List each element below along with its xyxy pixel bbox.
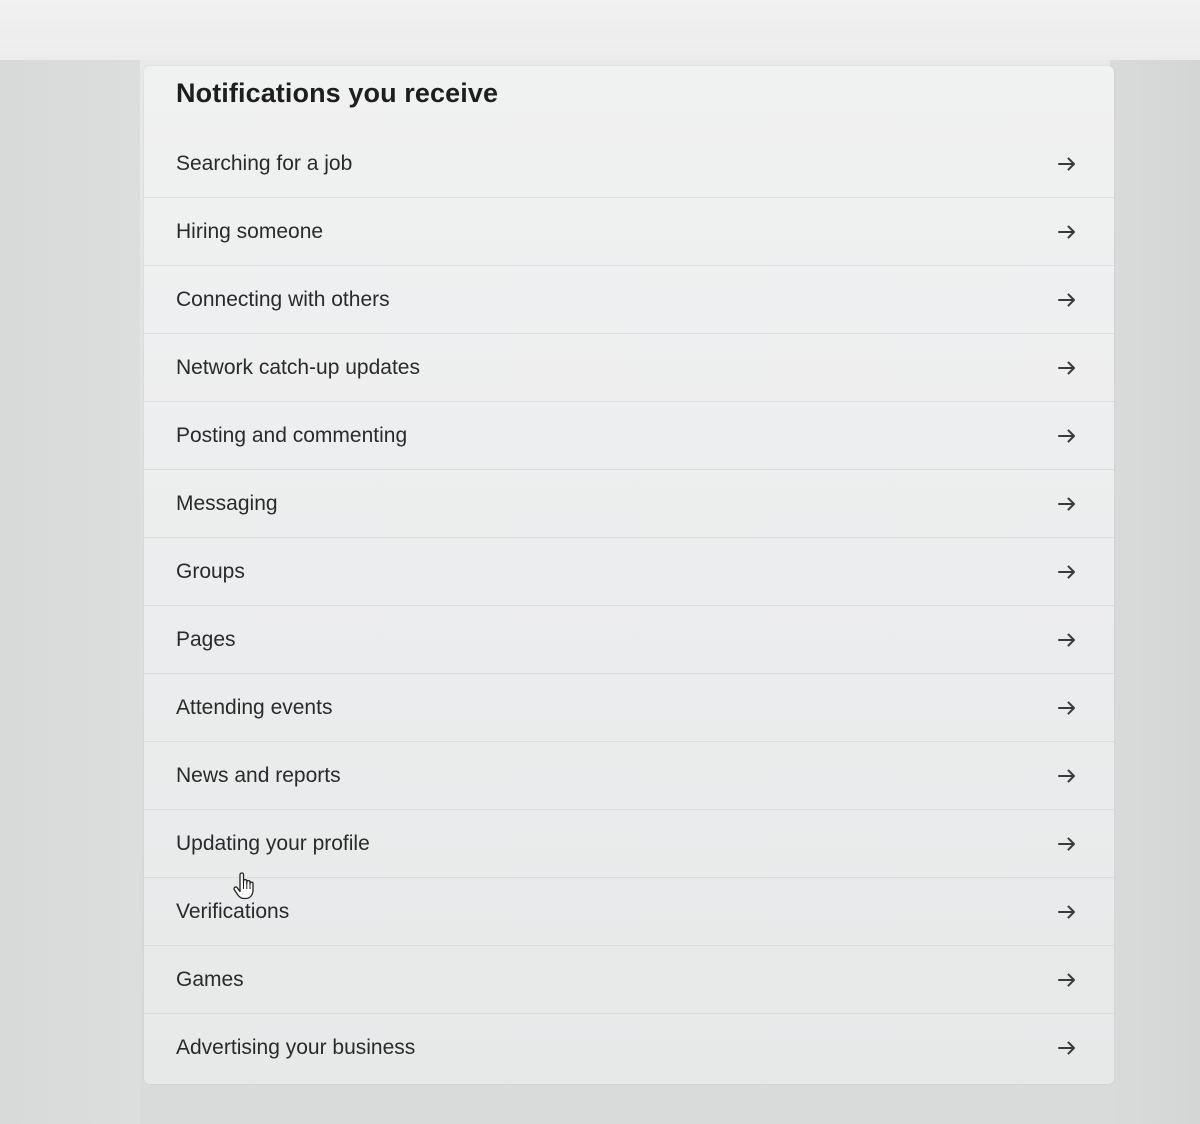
arrow-right-icon — [1056, 969, 1078, 991]
arrow-right-icon — [1056, 901, 1078, 923]
notifications-card: Notifications you receive Searching for … — [144, 66, 1114, 1084]
arrow-right-icon — [1056, 765, 1078, 787]
arrow-right-icon — [1056, 153, 1078, 175]
top-strip — [0, 0, 1200, 60]
notification-row-messaging[interactable]: Messaging — [144, 469, 1114, 537]
notification-row-advertising-your-business[interactable]: Advertising your business — [144, 1013, 1114, 1081]
row-label: Attending events — [176, 695, 333, 719]
left-margin — [0, 60, 140, 1124]
right-margin — [1110, 60, 1200, 1124]
row-label: Searching for a job — [176, 151, 353, 175]
hand-pointer-icon — [232, 872, 256, 900]
notification-row-updating-your-profile[interactable]: Updating your profile — [144, 809, 1114, 877]
notification-row-attending-events[interactable]: Attending events — [144, 673, 1114, 741]
row-label: Games — [176, 967, 244, 991]
notification-row-connecting-with-others[interactable]: Connecting with others — [144, 265, 1114, 333]
arrow-right-icon — [1056, 629, 1078, 651]
arrow-right-icon — [1056, 357, 1078, 379]
row-label: Posting and commenting — [176, 423, 408, 447]
row-label: Verifications — [176, 899, 290, 923]
notification-category-list: Searching for a job Hiring someone Conne… — [144, 130, 1114, 1081]
arrow-right-icon — [1056, 833, 1078, 855]
row-label: Connecting with others — [176, 287, 390, 311]
notification-row-groups[interactable]: Groups — [144, 537, 1114, 605]
notification-row-network-catch-up-updates[interactable]: Network catch-up updates — [144, 333, 1114, 401]
arrow-right-icon — [1056, 493, 1078, 515]
notification-row-games[interactable]: Games — [144, 945, 1114, 1013]
row-label: Hiring someone — [176, 219, 324, 243]
notification-row-verifications[interactable]: Verifications — [144, 877, 1114, 945]
notification-row-pages[interactable]: Pages — [144, 605, 1114, 673]
row-label: News and reports — [176, 763, 341, 787]
arrow-right-icon — [1056, 221, 1078, 243]
row-label: Updating your profile — [176, 831, 370, 855]
row-label: Advertising your business — [176, 1035, 416, 1059]
row-label: Groups — [176, 559, 245, 583]
row-label: Pages — [176, 627, 236, 651]
arrow-right-icon — [1056, 697, 1078, 719]
section-title: Notifications you receive — [176, 78, 499, 108]
notification-row-searching-for-a-job[interactable]: Searching for a job — [144, 130, 1114, 197]
arrow-right-icon — [1056, 1037, 1078, 1059]
row-label: Network catch-up updates — [176, 355, 420, 379]
arrow-right-icon — [1056, 425, 1078, 447]
notification-row-posting-and-commenting[interactable]: Posting and commenting — [144, 401, 1114, 469]
arrow-right-icon — [1056, 561, 1078, 583]
notification-row-news-and-reports[interactable]: News and reports — [144, 741, 1114, 809]
arrow-right-icon — [1056, 289, 1078, 311]
notification-row-hiring-someone[interactable]: Hiring someone — [144, 197, 1114, 265]
row-label: Messaging — [176, 491, 278, 515]
